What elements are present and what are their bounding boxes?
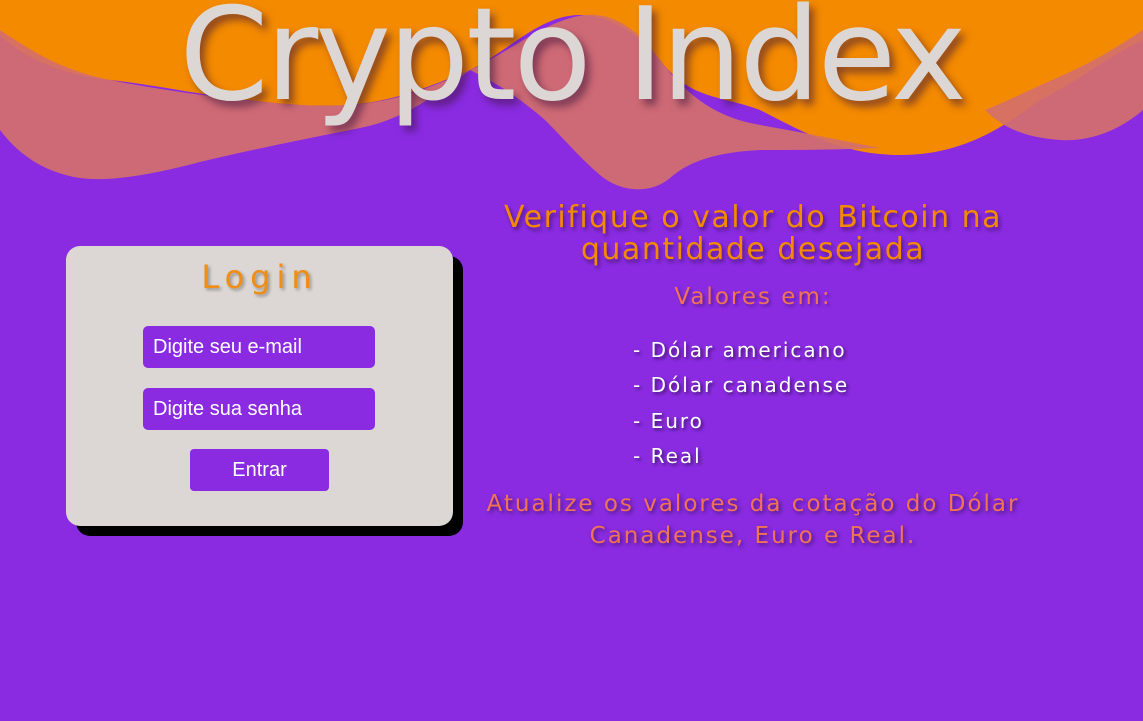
login-card: Login Entrar	[66, 246, 453, 526]
info-heading: Verifique o valor do Bitcoin na quantida…	[503, 200, 1003, 267]
currency-list: - Dólar americano - Dólar canadense - Eu…	[633, 336, 849, 477]
currency-item-usd: - Dólar americano	[633, 338, 847, 362]
site-title: Crypto Index	[179, 0, 967, 130]
password-field[interactable]	[143, 388, 375, 430]
submit-button[interactable]: Entrar	[190, 449, 329, 491]
currency-item-eur: - Euro	[633, 408, 704, 433]
login-title: Login	[201, 258, 318, 296]
currency-item-cad: - Dólar canadense	[633, 373, 850, 398]
currency-item-brl: - Real	[633, 443, 702, 468]
update-note: Atualize os valores da cotação do Dólar …	[486, 491, 1020, 549]
email-field[interactable]	[143, 326, 375, 368]
values-label: Valores em:	[674, 284, 832, 310]
